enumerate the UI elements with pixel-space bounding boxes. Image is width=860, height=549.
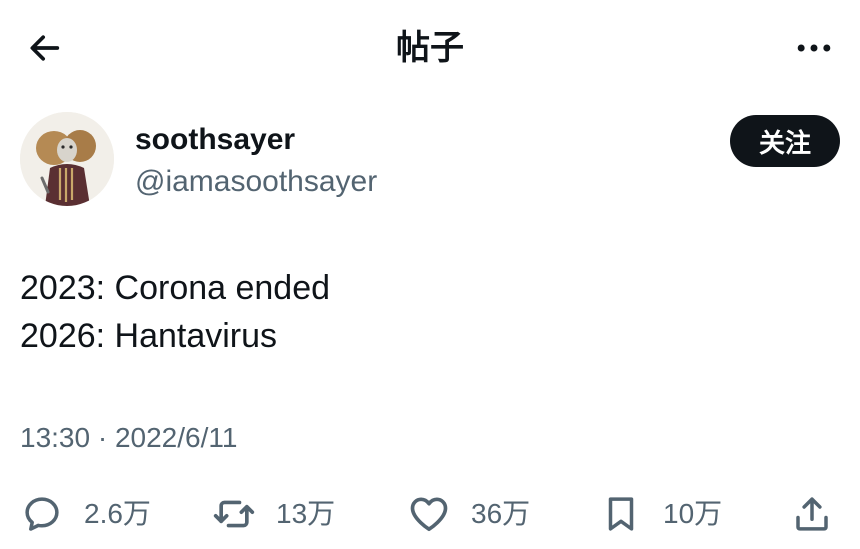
bookmark-count: 10万 — [663, 498, 723, 529]
tweet-line: 2023: Corona ended — [20, 269, 331, 307]
author-display-name[interactable]: soothsayer — [135, 122, 295, 158]
post-timestamp[interactable]: 13:30 · 2022/6/11 — [20, 420, 237, 456]
share-button[interactable] — [790, 486, 834, 542]
action-bar: 2.6万 13万 36万 10万 — [0, 486, 860, 542]
follow-button[interactable]: 关注 — [730, 115, 840, 167]
bookmark-button[interactable]: 10万 — [599, 486, 722, 542]
page-title: 帖子 — [396, 29, 464, 67]
retweet-icon — [212, 492, 256, 536]
tweet-line: 2026: Hantavirus — [20, 317, 278, 355]
like-count: 36万 — [471, 498, 531, 529]
retweet-count: 13万 — [276, 498, 336, 529]
top-bar: 帖子 — [0, 0, 860, 96]
reply-icon — [20, 492, 64, 536]
reply-count: 2.6万 — [84, 498, 151, 529]
retweet-button[interactable]: 13万 — [212, 486, 335, 542]
bookmark-icon — [599, 492, 643, 536]
reply-button[interactable]: 2.6万 — [20, 486, 151, 542]
tweet-text: 2023: Corona ended 2026: Hantavirus — [20, 264, 840, 360]
more-horizontal-icon — [797, 44, 831, 52]
heart-icon — [407, 492, 451, 536]
avatar[interactable] — [20, 112, 114, 206]
author-row: soothsayer @iamasoothsayer 关注 — [20, 112, 840, 208]
share-icon — [790, 492, 834, 536]
avatar-image — [20, 112, 114, 206]
like-button[interactable]: 36万 — [407, 486, 530, 542]
author-handle[interactable]: @iamasoothsayer — [135, 164, 377, 200]
more-options-button[interactable] — [790, 24, 838, 72]
